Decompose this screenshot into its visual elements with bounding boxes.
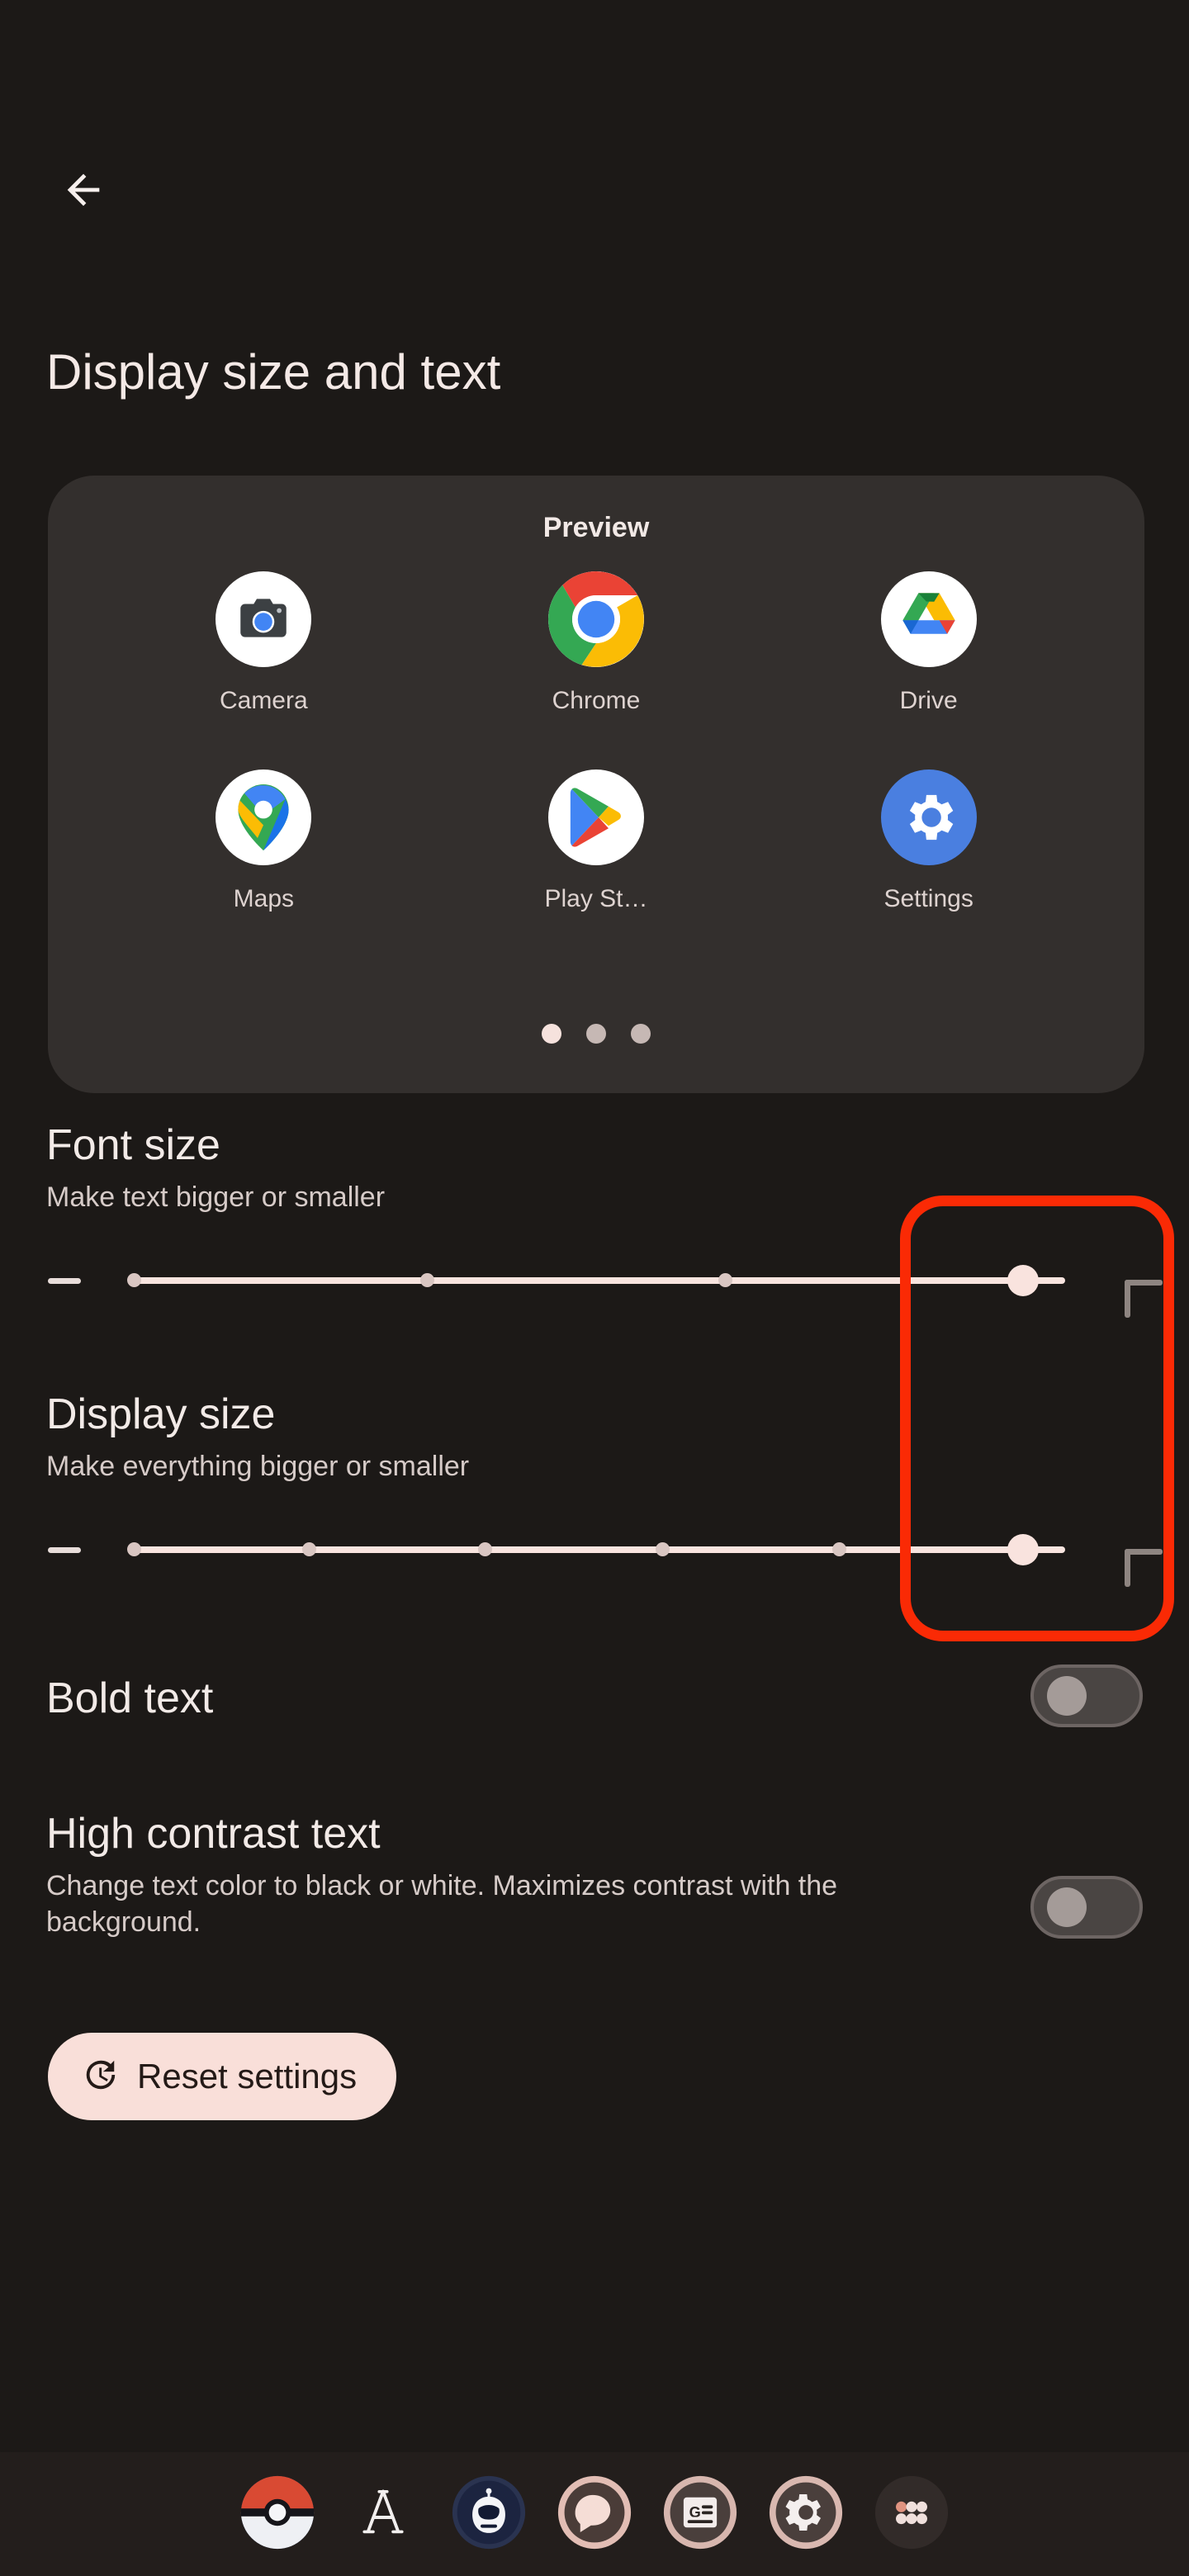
slider-tick xyxy=(127,1273,141,1287)
preview-app-label: Play St… xyxy=(544,885,648,912)
camera-icon xyxy=(216,571,312,667)
display-size-decrease-button[interactable] xyxy=(46,1537,83,1562)
font-size-slider-row xyxy=(0,1235,1189,1326)
slider-tick xyxy=(420,1273,435,1287)
top-app-bar xyxy=(0,0,1189,272)
svg-text:G: G xyxy=(689,2503,701,2520)
font-size-slider[interactable] xyxy=(127,1265,1065,1296)
slider-tick xyxy=(302,1542,317,1556)
pokeball-icon xyxy=(239,2474,315,2554)
preview-app-label: Maps xyxy=(233,885,294,912)
display-size-setting: Display size Make everything bigger or s… xyxy=(0,1389,1189,1595)
slider-track xyxy=(134,1277,1065,1284)
dock-item-google-news[interactable]: G xyxy=(661,2474,740,2554)
page-dot-2[interactable] xyxy=(586,1024,606,1044)
dock-item-assistant[interactable] xyxy=(449,2474,528,2554)
page-dot-1[interactable] xyxy=(542,1024,561,1044)
dock-item-messages[interactable] xyxy=(555,2474,634,2554)
dock-item-all-apps[interactable] xyxy=(872,2474,951,2554)
high-contrast-text-subtitle: Change text color to black or white. Max… xyxy=(46,1870,838,1938)
font-size-increase-button[interactable] xyxy=(1097,1252,1163,1318)
high-contrast-text-title: High contrast text xyxy=(46,1810,381,1858)
slider-tick xyxy=(655,1542,670,1556)
dock-item-pokemon-go[interactable] xyxy=(238,2474,317,2554)
slider-tick xyxy=(831,1542,846,1556)
font-size-decrease-button[interactable] xyxy=(46,1268,83,1293)
chat-bubble-icon xyxy=(557,2474,632,2554)
dock-item-fonts[interactable] xyxy=(343,2474,423,2554)
minus-icon xyxy=(48,1277,81,1284)
history-restore-icon xyxy=(81,2056,119,2098)
settings-gear-icon xyxy=(880,769,977,865)
dock-item-settings[interactable] xyxy=(766,2474,846,2554)
page-dot-3[interactable] xyxy=(631,1024,651,1044)
phone-screen: Display size and text Preview Camera Chr… xyxy=(0,0,1189,2576)
reset-settings-button[interactable]: Reset settings xyxy=(48,2033,397,2120)
maps-icon xyxy=(216,769,312,865)
toggle-knob xyxy=(1047,1676,1087,1716)
font-size-subtitle: Make text bigger or smaller xyxy=(46,1181,386,1213)
display-size-increase-button[interactable] xyxy=(1097,1521,1163,1587)
preview-app-play-store[interactable]: Play St… xyxy=(430,769,763,968)
font-size-setting: Font size Make text bigger or smaller xyxy=(0,1120,1189,1326)
arrow-left-icon xyxy=(59,166,107,214)
preview-app-label: Camera xyxy=(219,687,308,714)
preview-app-label: Drive xyxy=(899,687,958,714)
bold-text-toggle[interactable] xyxy=(1030,1664,1143,1727)
preview-heading: Preview xyxy=(542,512,650,543)
preview-page-indicator xyxy=(48,1024,1144,1044)
preview-card: Preview Camera Chrome Drive Maps Play St… xyxy=(48,476,1144,1093)
preview-app-settings[interactable]: Settings xyxy=(762,769,1095,968)
display-size-slider-row xyxy=(0,1504,1189,1595)
preview-app-label: Settings xyxy=(883,885,973,912)
font-size-title: Font size xyxy=(46,1121,220,1169)
bottom-dock: G xyxy=(0,2452,1189,2576)
reset-settings-label: Reset settings xyxy=(137,2057,358,2095)
high-contrast-text-setting[interactable]: High contrast text Change text color to … xyxy=(0,1808,1189,1940)
slider-tick xyxy=(478,1542,493,1556)
bold-text-title: Bold text xyxy=(46,1674,214,1722)
play-store-icon xyxy=(547,769,644,865)
robot-head-icon xyxy=(451,2474,527,2554)
slider-tick xyxy=(718,1273,733,1287)
preview-app-grid: Camera Chrome Drive Maps Play St… Settin… xyxy=(97,571,1095,968)
back-button[interactable] xyxy=(38,144,129,235)
page-title: Display size and text xyxy=(46,344,501,400)
app-drawer-dots-icon xyxy=(874,2474,950,2554)
preview-app-chrome[interactable]: Chrome xyxy=(430,571,763,769)
google-news-icon: G xyxy=(662,2474,738,2554)
preview-app-maps[interactable]: Maps xyxy=(97,769,430,968)
letter-a-icon xyxy=(353,2483,413,2546)
bold-text-setting[interactable]: Bold text xyxy=(0,1664,1189,1727)
display-size-slider[interactable] xyxy=(127,1534,1065,1565)
drive-icon xyxy=(880,571,977,667)
preview-app-drive[interactable]: Drive xyxy=(762,571,1095,769)
preview-app-camera[interactable]: Camera xyxy=(97,571,430,769)
display-size-subtitle: Make everything bigger or smaller xyxy=(46,1451,470,1482)
minus-icon xyxy=(48,1546,81,1553)
high-contrast-text-toggle[interactable] xyxy=(1030,1876,1143,1939)
display-size-slider-thumb[interactable] xyxy=(1007,1534,1040,1565)
display-size-title: Display size xyxy=(46,1390,276,1438)
font-size-slider-thumb[interactable] xyxy=(1007,1265,1040,1296)
chrome-icon xyxy=(547,571,644,667)
gear-icon xyxy=(768,2474,844,2554)
slider-tick xyxy=(127,1542,141,1556)
toggle-knob xyxy=(1047,1887,1087,1927)
slider-track xyxy=(134,1546,1065,1553)
preview-app-label: Chrome xyxy=(552,687,641,714)
